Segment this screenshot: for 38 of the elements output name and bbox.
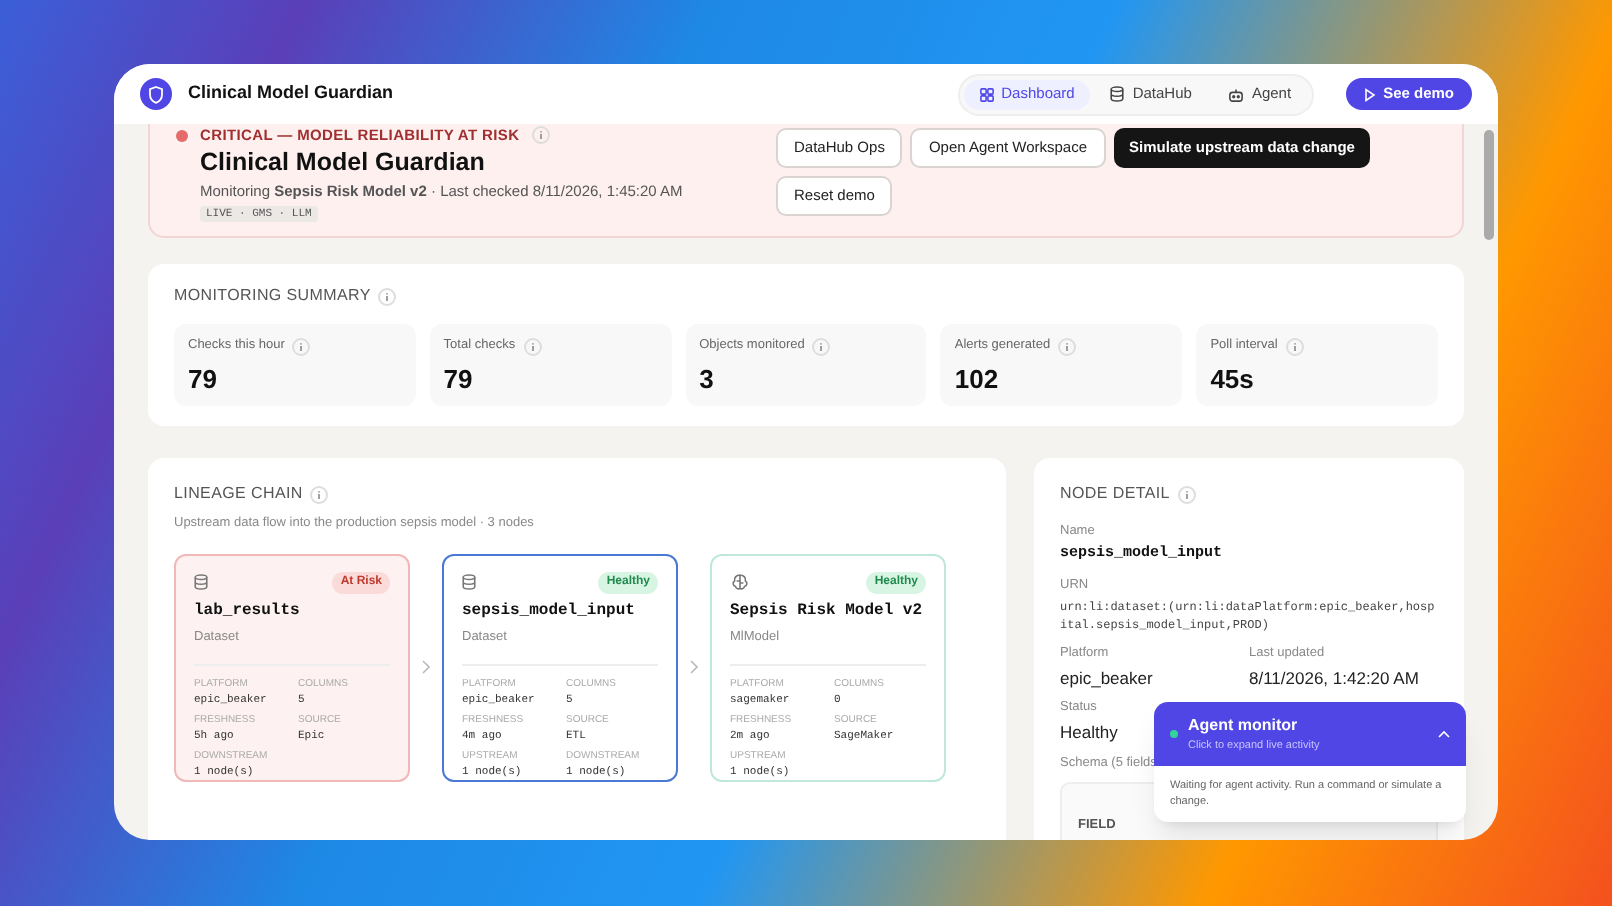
database-icon — [194, 574, 208, 591]
robot-icon — [1227, 87, 1244, 101]
section-title: MONITORING SUMMARY — [174, 284, 371, 309]
stat-value: 102 — [954, 364, 999, 396]
section-title: LINEAGE CHAIN — [174, 482, 303, 506]
info-icon[interactable] — [1177, 485, 1196, 503]
grid-icon — [979, 87, 994, 101]
info-icon[interactable] — [812, 337, 831, 356]
scrollbar-thumb[interactable] — [1484, 130, 1494, 240]
info-icon[interactable] — [531, 126, 550, 145]
detail-value: 8/11/2026, 1:42:20 AM — [1249, 665, 1419, 691]
agent-monitor-title: Agent monitor — [1188, 714, 1300, 738]
alert-title: Clinical Model Guardian — [198, 148, 485, 179]
node-name: sepsis_model_input — [462, 599, 637, 624]
node-name: lab_results — [194, 599, 302, 624]
app-title: Clinical Model Guardian — [188, 80, 394, 107]
play-icon — [1363, 87, 1376, 101]
shield-logo-icon — [140, 78, 172, 110]
chevron-right-icon — [422, 660, 430, 675]
info-icon[interactable] — [292, 337, 311, 356]
stat-value: 79 — [443, 364, 473, 396]
info-icon[interactable] — [1058, 337, 1077, 356]
stat-value: 45s — [1210, 364, 1254, 396]
stat-value: 3 — [699, 364, 714, 396]
info-icon[interactable] — [523, 337, 542, 356]
section-title: NODE DETAIL — [1060, 482, 1170, 506]
brain-icon — [730, 572, 750, 593]
node-name: Sepsis Risk Model v2 — [730, 599, 925, 624]
info-icon[interactable] — [310, 485, 329, 503]
chevron-up-icon — [1438, 730, 1450, 739]
stat-value: 79 — [188, 364, 217, 396]
detail-value: Healthy — [1060, 720, 1118, 746]
detail-value: epic_beaker — [1060, 665, 1153, 691]
info-icon[interactable] — [1285, 337, 1304, 356]
info-icon[interactable] — [378, 287, 397, 306]
chevron-right-icon — [690, 660, 698, 675]
database-icon — [462, 574, 476, 591]
database-icon — [1110, 86, 1125, 102]
